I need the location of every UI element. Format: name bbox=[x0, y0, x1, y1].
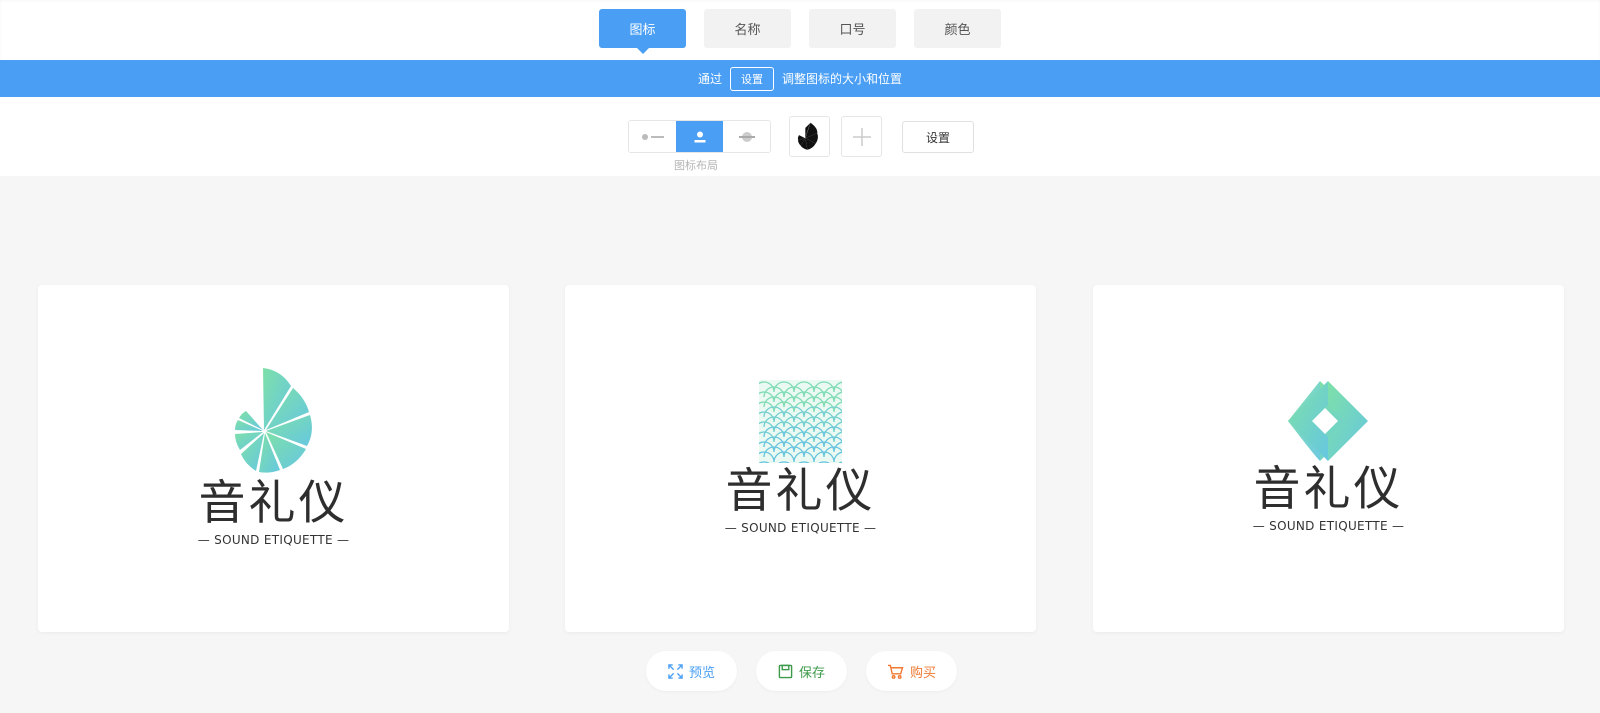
logo-card[interactable]: 音礼仪 — SOUND ETIQUETTE — bbox=[38, 285, 509, 632]
shell-thumb-icon bbox=[797, 122, 818, 150]
plus-icon bbox=[852, 127, 871, 146]
wave-pattern-icon bbox=[759, 380, 842, 463]
layout-icon-overlay-button[interactable] bbox=[723, 121, 770, 152]
layout-left-icon bbox=[641, 133, 664, 140]
buy-button[interactable]: 购买 bbox=[866, 651, 957, 691]
brand-name: 音礼仪 bbox=[198, 476, 349, 531]
save-label: 保存 bbox=[798, 665, 825, 681]
hint-bar: 通过 设置 调整图标的大小和位置 bbox=[0, 60, 1600, 97]
tab-slogan[interactable]: 口号 bbox=[809, 9, 896, 48]
logo-preview: 音礼仪 — SOUND ETIQUETTE — bbox=[38, 368, 509, 547]
top-tab-bar: 图标 名称 口号 颜色 bbox=[0, 0, 1600, 60]
layout-overlay-icon bbox=[738, 131, 755, 142]
bottom-actions: 预览 保存 购买 bbox=[646, 651, 957, 691]
logo-preview: 音礼仪 — SOUND ETIQUETTE — bbox=[565, 380, 1036, 535]
brand-name: 音礼仪 bbox=[725, 464, 876, 519]
save-icon bbox=[778, 664, 793, 679]
logo-preview: 音礼仪 — SOUND ETIQUETTE — bbox=[1093, 381, 1564, 533]
tab-name[interactable]: 名称 bbox=[704, 9, 791, 48]
preview-button[interactable]: 预览 bbox=[646, 651, 737, 691]
hint-suffix: 调整图标的大小和位置 bbox=[782, 72, 903, 86]
tab-icon[interactable]: 图标 bbox=[599, 9, 686, 54]
shell-fan-icon bbox=[234, 368, 312, 473]
brand-slogan: — SOUND ETIQUETTE — bbox=[197, 533, 350, 547]
current-icon-thumbnail[interactable] bbox=[789, 116, 830, 157]
tab-color[interactable]: 颜色 bbox=[914, 9, 1001, 48]
settings-button[interactable]: 设置 bbox=[902, 121, 974, 153]
brand-slogan: — SOUND ETIQUETTE — bbox=[1252, 519, 1405, 533]
logo-card[interactable]: 音礼仪 — SOUND ETIQUETTE — bbox=[1093, 285, 1564, 632]
editor-tabs: 图标 名称 口号 颜色 bbox=[599, 9, 1001, 54]
layout-caption: 图标布局 bbox=[674, 159, 718, 172]
diamond-icon bbox=[1287, 381, 1368, 461]
layout-top-icon bbox=[694, 131, 705, 142]
cart-icon bbox=[887, 664, 904, 679]
expand-icon bbox=[668, 663, 683, 679]
hint-settings-button[interactable]: 设置 bbox=[730, 66, 774, 91]
icon-toolbar: 图标布局 设置 bbox=[0, 97, 1600, 176]
save-button[interactable]: 保存 bbox=[756, 651, 847, 691]
hint-prefix: 通过 bbox=[697, 72, 722, 86]
preview-label: 预览 bbox=[688, 665, 715, 681]
brand-name: 音礼仪 bbox=[1253, 462, 1404, 517]
logo-card[interactable]: 音礼仪 — SOUND ETIQUETTE — bbox=[565, 285, 1036, 632]
buy-label: 购买 bbox=[909, 665, 936, 681]
icon-layout-group bbox=[628, 120, 771, 153]
layout-icon-left-button[interactable] bbox=[629, 121, 676, 152]
brand-slogan: — SOUND ETIQUETTE — bbox=[724, 521, 877, 535]
add-icon-button[interactable] bbox=[841, 116, 882, 157]
layout-icon-top-button[interactable] bbox=[676, 121, 723, 152]
